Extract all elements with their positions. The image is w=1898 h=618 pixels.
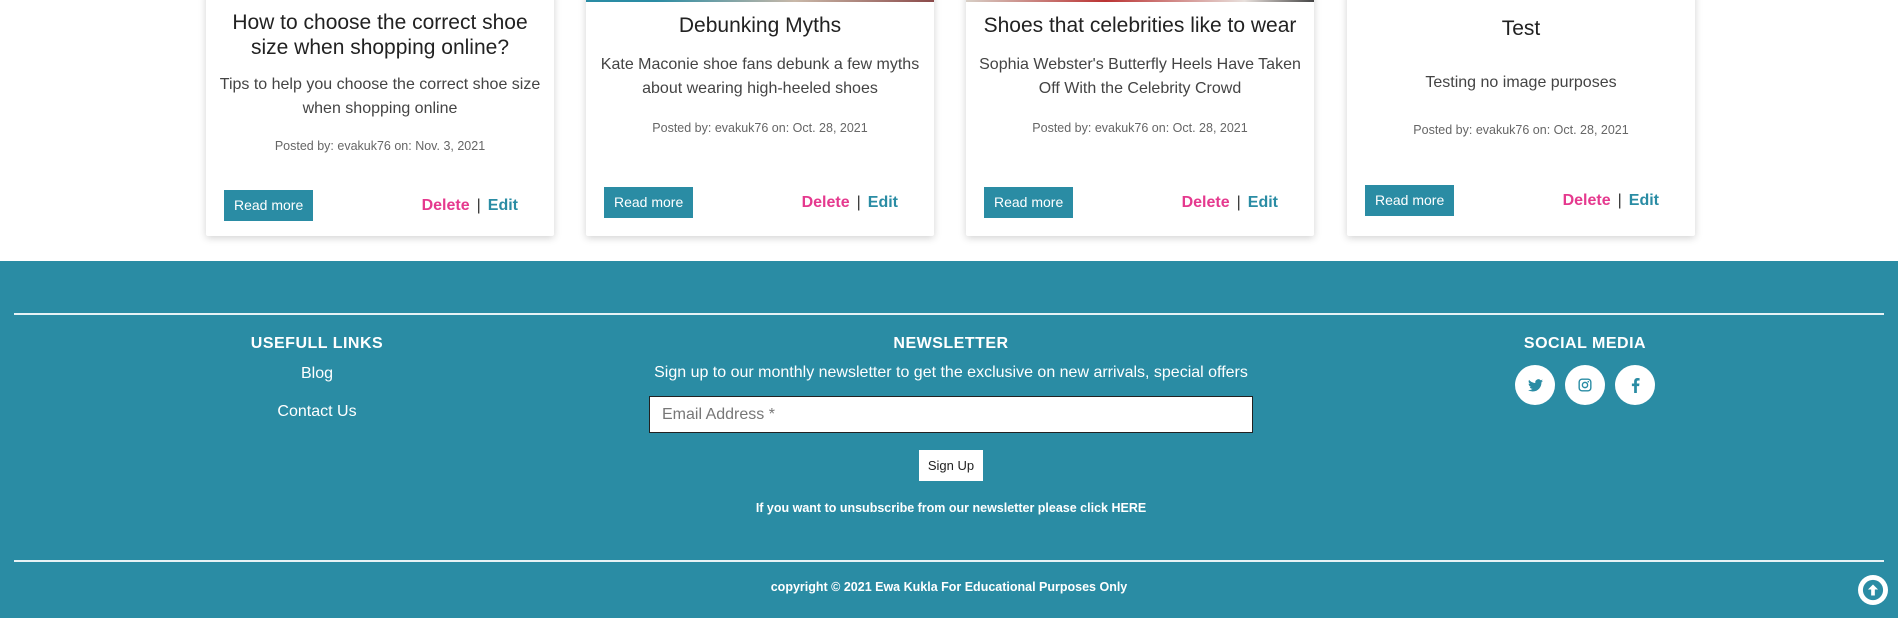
post-admin-links: Delete | Edit (1563, 192, 1659, 210)
post-meta: Posted by: evakuk76 on: Oct. 28, 2021 (652, 121, 868, 135)
footer-link-contact[interactable]: Contact Us (217, 403, 417, 421)
footer-divider-bottom (14, 560, 1884, 562)
site-footer: USEFULL LINKS Blog Contact Us NEWSLETTER… (0, 261, 1898, 618)
card-image-edge (206, 0, 554, 2)
blog-cards-section: How to choose the correct shoe size when… (0, 0, 1898, 261)
card-actions: Read more Delete | Edit (966, 187, 1314, 218)
blog-card: Shoes that celebrities like to wear Soph… (966, 0, 1314, 236)
post-admin-links: Delete | Edit (802, 194, 898, 212)
edit-link[interactable]: Edit (1629, 192, 1659, 210)
card-actions: Read more Delete | Edit (1347, 185, 1695, 216)
delete-link[interactable]: Delete (1182, 194, 1230, 212)
post-excerpt: Kate Maconie shoe fans debunk a few myth… (600, 56, 920, 97)
newsletter-column: NEWSLETTER Sign up to our monthly newsle… (600, 335, 1302, 515)
newsletter-description: Sign up to our monthly newsletter to get… (654, 364, 1248, 381)
signup-button[interactable]: Sign Up (918, 450, 984, 481)
post-excerpt: Testing no image purposes (1425, 74, 1617, 91)
blog-card: How to choose the correct shoe size when… (206, 0, 554, 236)
card-actions: Read more Delete | Edit (206, 190, 554, 221)
useful-links-column: USEFULL LINKS Blog Contact Us (217, 335, 417, 421)
delete-link[interactable]: Delete (1563, 192, 1611, 210)
link-separator: | (476, 196, 481, 214)
card-image-edge (1347, 0, 1695, 2)
card-image-edge (586, 0, 934, 2)
post-title: How to choose the correct shoe size when… (232, 11, 528, 59)
read-more-button[interactable]: Read more (224, 190, 314, 221)
read-more-button[interactable]: Read more (984, 187, 1074, 218)
useful-links-title: USEFULL LINKS (250, 335, 384, 352)
link-separator: | (856, 193, 861, 211)
post-excerpt: Sophia Webster's Butterfly Heels Have Ta… (979, 56, 1301, 97)
blog-card: Test Testing no image purposes Posted by… (1347, 0, 1695, 236)
twitter-icon[interactable] (1515, 365, 1555, 405)
read-more-button[interactable]: Read more (604, 187, 694, 218)
post-meta: Posted by: evakuk76 on: Oct. 28, 2021 (1032, 121, 1248, 135)
post-admin-links: Delete | Edit (1182, 194, 1278, 212)
edit-link[interactable]: Edit (488, 197, 518, 215)
social-media-title: SOCIAL MEDIA (1523, 335, 1647, 352)
post-admin-links: Delete | Edit (422, 197, 518, 215)
link-separator: | (1236, 193, 1241, 211)
edit-link[interactable]: Edit (868, 194, 898, 212)
delete-link[interactable]: Delete (802, 194, 850, 212)
social-media-column: SOCIAL MEDIA (1485, 335, 1685, 405)
post-title: Shoes that celebrities like to wear (983, 14, 1297, 37)
scroll-to-top-button[interactable] (1858, 575, 1888, 605)
post-meta: Posted by: evakuk76 on: Oct. 28, 2021 (1413, 123, 1629, 137)
read-more-button[interactable]: Read more (1365, 185, 1455, 216)
footer-link-blog[interactable]: Blog (217, 365, 417, 383)
copyright-text: copyright © 2021 Ewa Kukla For Education… (770, 580, 1128, 594)
post-meta: Posted by: evakuk76 on: Nov. 3, 2021 (274, 139, 486, 153)
delete-link[interactable]: Delete (422, 197, 470, 215)
card-image-edge (966, 0, 1314, 2)
unsubscribe-text: If you want to unsubscribe from our news… (600, 501, 1302, 515)
card-actions: Read more Delete | Edit (586, 187, 934, 218)
unsubscribe-label: If you want to unsubscribe from our news… (755, 501, 1112, 515)
unsubscribe-link[interactable]: HERE (1111, 501, 1146, 515)
post-excerpt: Tips to help you choose the correct shoe… (219, 76, 541, 117)
post-title: Debunking Myths (678, 14, 842, 37)
newsletter-title: NEWSLETTER (893, 335, 1009, 352)
blog-card: Debunking Myths Kate Maconie shoe fans d… (586, 0, 934, 236)
edit-link[interactable]: Edit (1248, 194, 1278, 212)
social-icons (1485, 365, 1685, 405)
arrow-up-circle-icon (1862, 579, 1884, 601)
facebook-icon[interactable] (1615, 365, 1655, 405)
footer-divider-top (14, 313, 1884, 315)
instagram-icon[interactable] (1565, 365, 1605, 405)
post-title: Test (1501, 17, 1541, 40)
link-separator: | (1617, 191, 1622, 209)
email-field[interactable] (649, 396, 1253, 433)
